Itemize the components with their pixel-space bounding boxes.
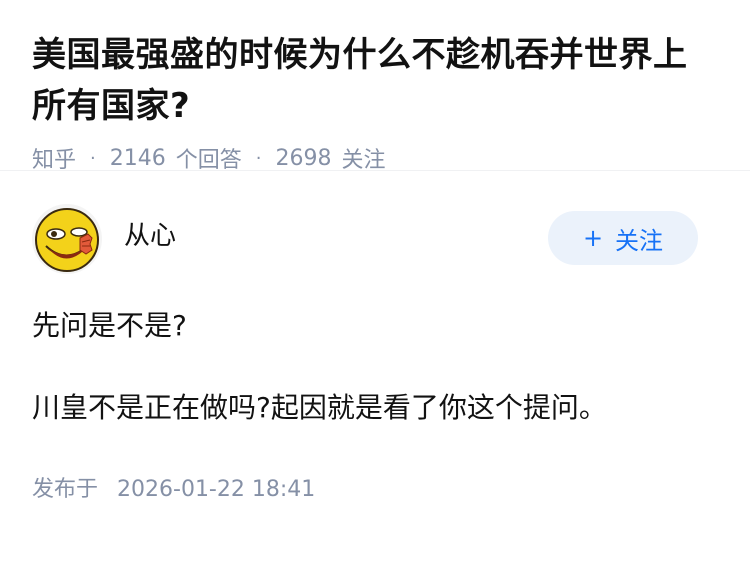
plus-icon: + <box>582 224 604 252</box>
separator-dot: · <box>255 147 262 169</box>
publish-time: 发布于 2026-01-22 18:41 <box>32 471 718 503</box>
author-name[interactable]: 从心 <box>124 215 176 252</box>
answer-paragraph: 川皇不是正在做吗?起因就是看了你这个提问。 <box>32 391 607 424</box>
question-meta: 知乎 · 2146 个回答 · 2698 关注 <box>32 142 718 174</box>
author-row: 从心 + 关注 <box>32 201 718 277</box>
publish-label: 发布于 <box>32 477 99 502</box>
publish-timestamp: 2026-01-22 18:41 <box>117 477 316 502</box>
separator-dot: · <box>90 147 96 169</box>
question-header: 美国最强盛的时候为什么不趁机吞并世界上所有国家? 知乎 · 2146 个回答 ·… <box>0 0 750 174</box>
follower-count-label: 关注 <box>341 148 386 173</box>
answer-count: 2146 <box>109 145 166 171</box>
follower-count: 2698 <box>275 145 332 171</box>
answer-card: 从心 + 关注 先问是不是? 川皇不是正在做吗?起因就是看了你这个提问。 发布于… <box>0 201 750 503</box>
follow-button-label: 关注 <box>615 226 664 255</box>
avatar[interactable] <box>32 204 102 274</box>
answer-count-label: 个回答 <box>175 148 242 173</box>
answer-content[interactable]: 先问是不是? 川皇不是正在做吗?起因就是看了你这个提问。 <box>32 305 718 429</box>
question-title[interactable]: 美国最强盛的时候为什么不趁机吞并世界上所有国家? <box>32 30 718 132</box>
answer-paragraph: 先问是不是? <box>32 309 187 342</box>
source-label[interactable]: 知乎 <box>32 142 76 174</box>
follow-button[interactable]: + 关注 <box>548 211 698 265</box>
smiley-face-avatar-icon <box>32 204 102 274</box>
